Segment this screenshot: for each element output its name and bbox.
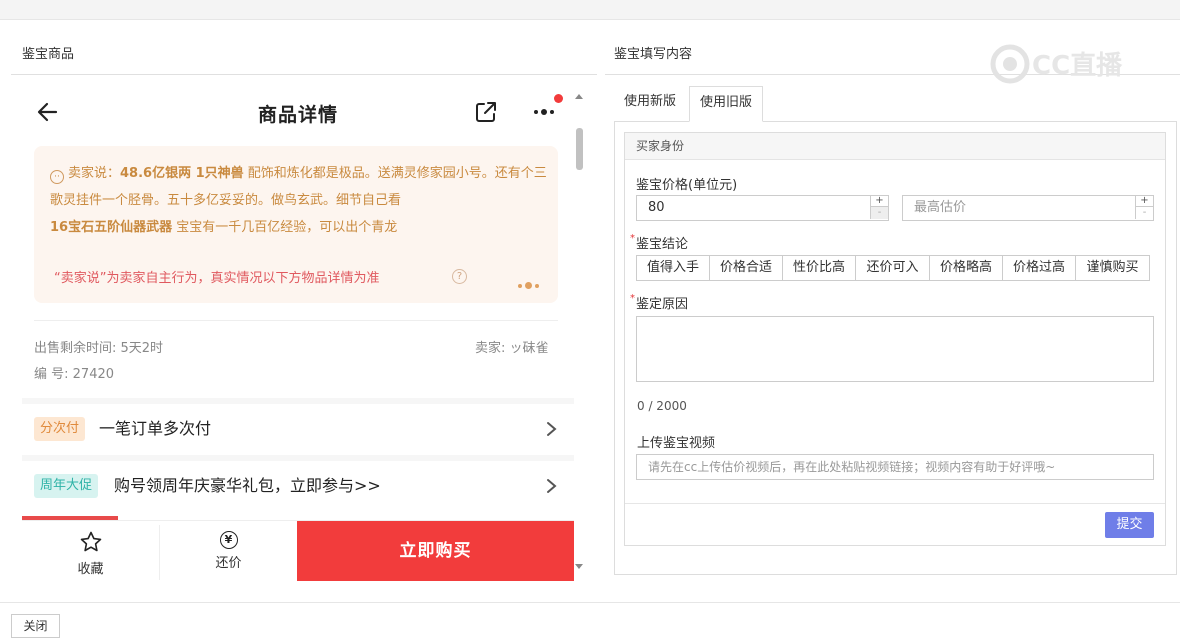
buy-now-button[interactable]: 立即购买: [297, 521, 574, 581]
star-icon: [80, 531, 101, 552]
seller-says-body-2: 宝宝有一千几百亿经验，可以出个青龙: [172, 220, 398, 235]
submit-button[interactable]: 提交: [1105, 512, 1154, 538]
tab-old-version[interactable]: 使用旧版: [689, 86, 763, 122]
time-left: 出售剩余时间: 5天2时: [34, 341, 164, 356]
right-section-title: 鉴宝填写内容: [614, 47, 693, 62]
yen-coin-icon: ¥: [219, 531, 238, 549]
video-link-input[interactable]: 请先在cc上传估价视频后，再在此处粘贴视频链接；视频内容有助于好评哦~: [636, 454, 1154, 480]
buyer-identity-header: 买家身份: [625, 133, 1165, 160]
help-icon[interactable]: ?: [452, 269, 467, 284]
seller-says-highlight-1: 48.6亿银两 1只神兽: [120, 166, 244, 181]
price-label: 鉴宝价格(单位元): [636, 178, 738, 193]
seller-says-box: ·· 卖家说：48.6亿银两 1只神兽 配饰和炼化都是极品。送满灵修家园小号。还有…: [34, 146, 558, 303]
conclusion-option[interactable]: 性价比高: [782, 255, 856, 281]
installment-row[interactable]: 分次付 一笔订单多次付: [22, 398, 574, 452]
conclusion-button-group: 值得入手 价格合适 性价比高 还价可入 价格略高 价格过高 谨慎购买: [636, 255, 1150, 281]
chevron-right-icon: [547, 422, 557, 436]
promo-row[interactable]: 周年大促 购号领周年庆豪华礼包，立即参与>>: [22, 455, 574, 509]
bottom-action-bar: 收藏 ¥ 还价 立即购买: [22, 520, 574, 581]
reason-label: *鉴定原因: [630, 293, 689, 312]
seller-says-prefix: 卖家说：: [68, 166, 121, 181]
phone-scrollbar[interactable]: [574, 90, 585, 576]
conclusion-option[interactable]: 还价可入: [855, 255, 930, 281]
conclusion-option[interactable]: 价格过高: [1002, 255, 1076, 281]
seller-name: 卖家: ッ砞雀: [475, 341, 549, 356]
increment-icon[interactable]: +: [1135, 195, 1153, 207]
cc-live-watermark: CC直播: [990, 44, 1123, 84]
favorite-button[interactable]: 收藏: [22, 521, 159, 581]
carousel-dots: [518, 275, 542, 294]
installment-tag: 分次付: [34, 417, 86, 441]
promo-tag: 周年大促: [34, 474, 99, 498]
seller-says-highlight-2: 16宝石五阶仙器武器: [50, 220, 173, 235]
installment-text: 一笔订单多次付: [99, 419, 212, 438]
video-label: 上传鉴宝视频: [637, 436, 716, 451]
left-divider: [11, 74, 597, 75]
top-bar: [0, 0, 1180, 20]
conclusion-label: *鉴宝结论: [630, 233, 689, 252]
price-input[interactable]: 80: [636, 195, 889, 221]
bottom-strip: [0, 602, 1180, 636]
conclusion-option[interactable]: 价格合适: [709, 255, 783, 281]
product-detail-phone: 商品详情 ·· 卖家说：48.6亿银两 1只神兽 配饰和炼化都是极品。送满灵修家园…: [22, 76, 574, 581]
bargain-button[interactable]: ¥ 还价: [160, 521, 297, 581]
notification-dot: [554, 94, 563, 103]
max-price-stepper[interactable]: + -: [1135, 195, 1153, 221]
reason-textarea[interactable]: [636, 316, 1154, 382]
increment-icon[interactable]: +: [870, 195, 888, 207]
left-section-title: 鉴宝商品: [22, 47, 75, 62]
scroll-down-arrow-icon[interactable]: [575, 564, 583, 569]
decrement-icon[interactable]: -: [1135, 207, 1153, 219]
seller-says-text: ·· 卖家说：48.6亿银两 1只神兽 配饰和炼化都是极品。送满灵修家园小号。还有…: [50, 160, 550, 241]
bargain-label: 还价: [215, 556, 242, 571]
chevron-right-icon: [547, 479, 557, 493]
scrollbar-thumb[interactable]: [576, 128, 583, 170]
chat-bubble-icon: ··: [50, 170, 64, 184]
price-stepper[interactable]: + -: [870, 195, 888, 221]
serial-number: 编 号: 27420: [34, 367, 115, 382]
phone-header: 商品详情: [22, 76, 574, 146]
divider: [34, 320, 558, 321]
char-counter: 0 / 2000: [637, 399, 687, 413]
share-icon[interactable]: [474, 100, 498, 124]
conclusion-option[interactable]: 值得入手: [636, 255, 710, 281]
close-button[interactable]: 关闭: [11, 614, 60, 638]
scroll-up-arrow-icon[interactable]: [575, 94, 583, 99]
more-icon[interactable]: [530, 100, 560, 124]
seller-disclaimer: “卖家说”为卖家自主行为，真实情况以下方物品详情为准: [54, 271, 380, 286]
conclusion-option[interactable]: 价格略高: [929, 255, 1003, 281]
max-price-input[interactable]: 最高估价: [902, 195, 1154, 221]
decrement-icon[interactable]: -: [870, 207, 888, 219]
submit-divider: [625, 503, 1165, 504]
watermark-text: CC直播: [1032, 51, 1123, 81]
promo-text: 购号领周年庆豪华礼包，立即参与>>: [114, 476, 381, 495]
conclusion-option[interactable]: 谨慎购买: [1075, 255, 1150, 281]
tab-new-version[interactable]: 使用新版: [614, 86, 686, 122]
favorite-label: 收藏: [77, 562, 104, 577]
